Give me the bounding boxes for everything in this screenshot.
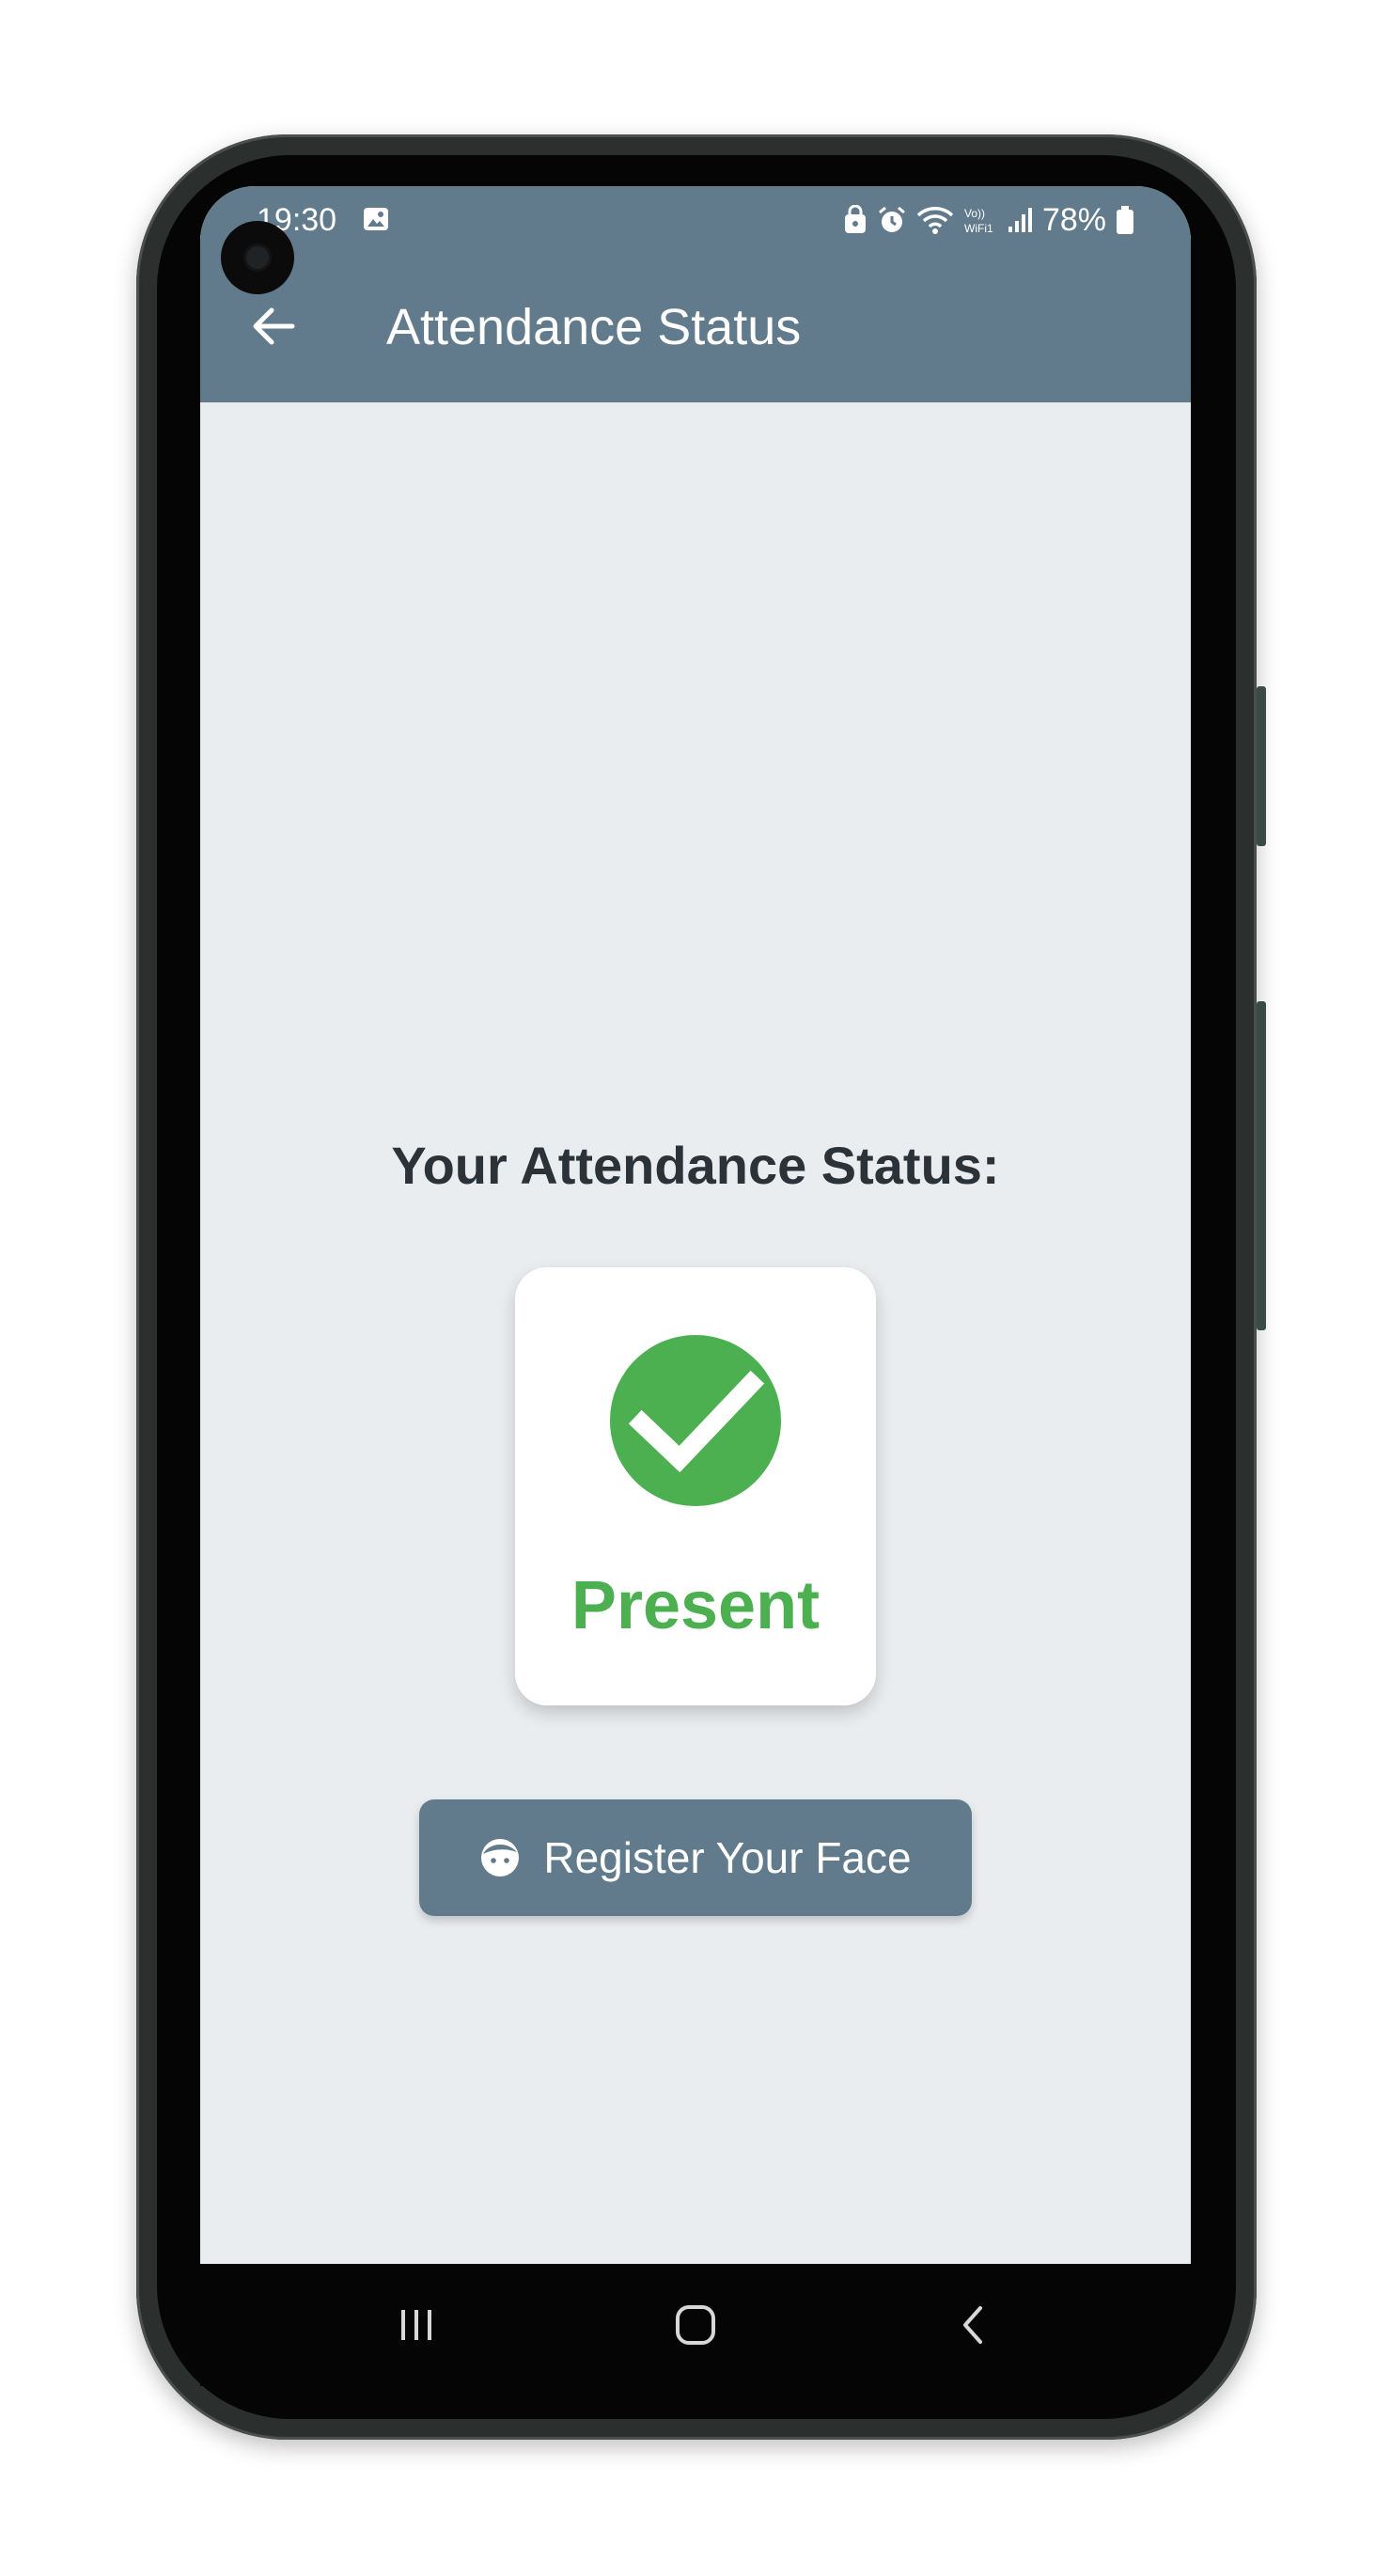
attendance-status-label: Present bbox=[570, 1568, 821, 1643]
vowifi-icon: Vo)) WiFi1 bbox=[964, 207, 993, 235]
battery-percentage: 78% bbox=[1041, 202, 1106, 238]
alarm-icon bbox=[878, 206, 905, 232]
attendance-status-card: Present bbox=[515, 1267, 876, 1705]
power-button bbox=[1257, 1001, 1266, 1330]
svg-text:Vo)): Vo)) bbox=[964, 207, 985, 220]
main-content: Your Attendance Status: Present Register… bbox=[200, 402, 1191, 2264]
recents-button[interactable] bbox=[379, 2292, 454, 2358]
home-icon bbox=[676, 2305, 715, 2345]
system-navigation-bar bbox=[200, 2264, 1191, 2386]
back-chevron-icon bbox=[963, 2306, 982, 2344]
battery-icon bbox=[1117, 206, 1133, 234]
lock-icon bbox=[844, 205, 866, 233]
status-bar: 19:30 Vo)) WiFi1 78% bbox=[200, 186, 1191, 261]
arrow-left-icon[interactable] bbox=[247, 301, 298, 352]
app-bar: 19:30 Vo)) WiFi1 78% Attendance Status bbox=[200, 186, 1191, 402]
wifi-icon bbox=[916, 207, 954, 234]
back-button[interactable] bbox=[935, 2292, 1010, 2358]
register-face-label: Register Your Face bbox=[543, 1833, 912, 1882]
face-icon bbox=[481, 1839, 520, 1877]
check-circle-icon bbox=[610, 1335, 781, 1506]
svg-text:WiFi1: WiFi1 bbox=[964, 222, 993, 235]
app-screen: 19:30 Vo)) WiFi1 78% Attendance Status Y… bbox=[200, 186, 1191, 2264]
signal-icon bbox=[1008, 208, 1032, 232]
page-title: Attendance Status bbox=[386, 299, 802, 355]
front-camera bbox=[221, 221, 294, 294]
home-button[interactable] bbox=[658, 2292, 733, 2358]
register-face-button[interactable]: Register Your Face bbox=[419, 1799, 972, 1916]
recents-icon bbox=[401, 2310, 431, 2340]
gallery-icon bbox=[364, 208, 388, 230]
attendance-heading: Your Attendance Status: bbox=[391, 1136, 1000, 1195]
device-frame: 19:30 Vo)) WiFi1 78% Attendance Status Y… bbox=[0, 0, 1391, 2576]
status-icons: Vo)) WiFi1 78% bbox=[843, 199, 1134, 241]
volume-button bbox=[1257, 686, 1266, 846]
